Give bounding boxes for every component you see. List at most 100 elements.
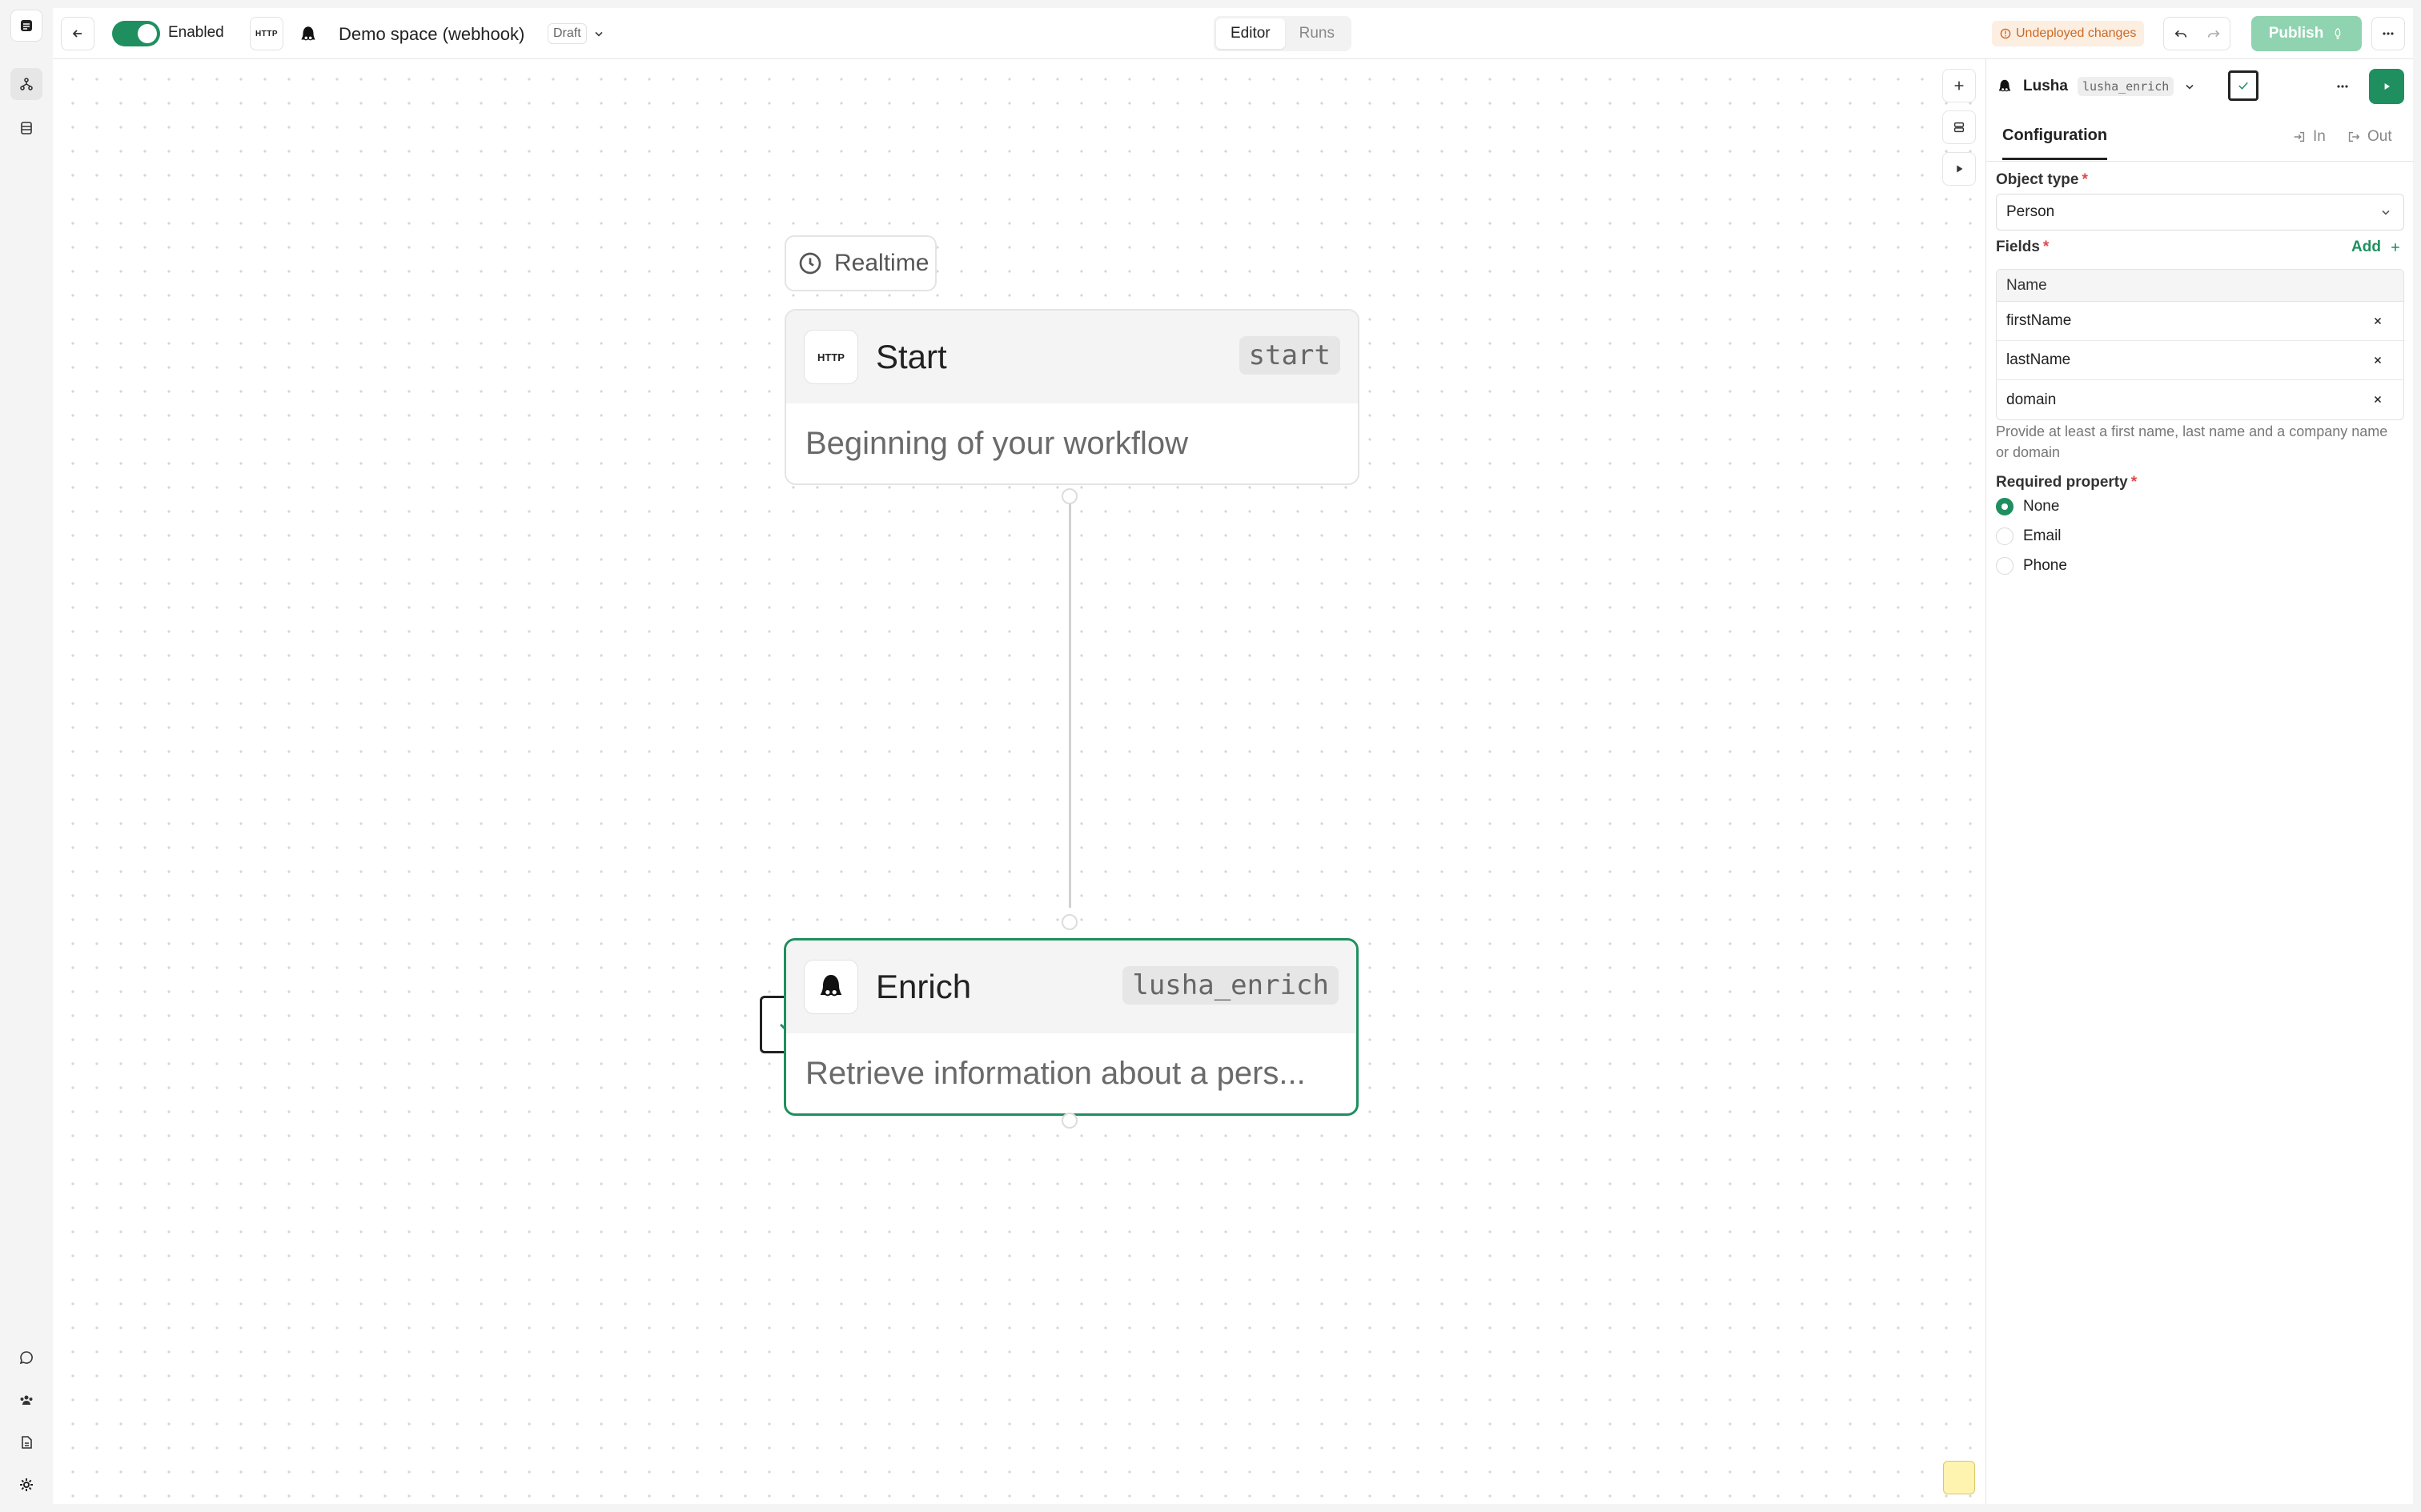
fields-header: Name [1997,270,2403,302]
enrich-node[interactable]: Enrich lusha_enrich Retrieve information… [784,938,1359,1116]
node-title: Enrich [876,968,972,1005]
radio-button[interactable] [1996,557,2013,575]
fields-hint: Provide at least a first name, last name… [1996,423,2388,460]
rocket-icon [2335,27,2341,40]
start-node[interactable]: HTTP Start start Beginning of your workf… [785,309,1359,485]
connector-edge [1069,504,1071,908]
integration-name: Lusha [2023,78,2068,94]
nav-tables[interactable] [10,112,42,144]
play-icon [1957,165,1963,173]
radio-none[interactable]: None [1996,498,2059,515]
lusha-icon [804,960,858,1014]
enabled-label: Enabled [168,24,224,41]
plus-icon [2391,243,2399,251]
node-header: Enrich lusha_enrich [786,940,1356,1033]
nav-team[interactable] [10,1384,42,1416]
app-logo[interactable] [10,10,42,42]
publish-button[interactable]: Publish [2251,16,2362,51]
node-key: start [1239,336,1340,375]
enrich-out-handle[interactable] [1062,1113,1078,1129]
field-name: domain [2006,391,2057,408]
http-icon: HTTP [804,330,858,384]
workflow-title[interactable]: Demo space (webhook) [339,24,524,45]
object-type-select[interactable]: Person [1996,194,2404,231]
add-field-button[interactable]: Add [2351,239,2402,256]
radio-label: Phone [2023,557,2067,574]
tab-in[interactable]: In [2292,128,2326,146]
workflow-canvas[interactable]: Realtime HTTP Start start Beginning of y… [53,59,1985,1504]
field-row[interactable]: firstName [1997,302,2403,341]
remove-field-button[interactable] [2370,313,2386,329]
chat-icon [19,1351,33,1365]
close-icon [2374,395,2382,403]
panel-checkbox[interactable] [2228,70,2258,101]
left-rail [0,0,53,1512]
node-description: Beginning of your workflow [805,425,1189,461]
required-property-label: Required property * [1996,474,2138,491]
draft-badge: Draft [548,23,587,44]
layers-button[interactable] [1942,110,1976,144]
radio-email[interactable]: Email [1996,527,2062,545]
redo-button[interactable] [2197,26,2230,41]
field-row[interactable]: domain [1997,380,2403,419]
radio-button[interactable] [1996,527,2013,545]
enrich-in-handle[interactable] [1062,914,1078,930]
radio-label: Email [2023,527,2062,544]
more-menu-button[interactable] [2371,17,2405,50]
nav-settings[interactable] [10,1469,42,1501]
fields-table: Name firstName lastName domain [1996,269,2404,420]
tab-runs[interactable]: Runs [1285,18,1349,49]
field-row[interactable]: lastName [1997,341,2403,380]
back-button[interactable] [61,17,94,50]
publish-label: Publish [2268,25,2324,42]
workflow-icon [20,78,33,90]
undeployed-label: Undeployed changes [2016,26,2137,40]
top-bar: Enabled HTTP Demo space (webhook) Draft … [53,8,2413,59]
chevron-down-icon[interactable] [589,24,608,43]
integration-key: lusha_enrich [2077,77,2174,96]
remove-field-button[interactable] [2370,391,2386,407]
radio-button[interactable] [1996,498,2013,515]
gear-icon [20,1478,33,1491]
more-horizontal-icon [2337,85,2348,88]
panel-tabs: Configuration In Out [1986,117,2414,162]
lusha-logo-icon [1998,79,2011,92]
trigger-label: Realtime [834,250,929,276]
nav-workflows[interactable] [10,68,42,100]
more-horizontal-icon [2383,32,2394,35]
tab-out[interactable]: Out [2347,128,2392,146]
lusha-logo-icon [295,21,322,48]
tab-configuration[interactable]: Configuration [2002,126,2108,160]
http-badge: HTTP [250,17,283,50]
run-test-button[interactable] [1942,152,1976,186]
arrow-left-icon [72,30,82,38]
chevron-down-icon [2186,84,2194,90]
log-in-icon [2294,131,2305,142]
close-icon [2374,317,2382,325]
radio-label: None [2023,498,2060,515]
undo-button[interactable] [2164,26,2197,41]
node-description: Retrieve information about a pers... [805,1055,1306,1091]
nav-docs[interactable] [10,1426,42,1458]
remove-field-button[interactable] [2370,352,2386,368]
redo-icon [2207,30,2219,38]
play-icon [2384,83,2390,90]
start-out-handle[interactable] [1062,488,1078,504]
nav-chat[interactable] [10,1342,42,1374]
clock-icon [799,252,821,275]
tab-editor[interactable]: Editor [1216,18,1285,49]
add-label: Add [2351,239,2381,255]
run-step-button[interactable] [2369,69,2404,104]
document-icon [22,1436,32,1449]
realtime-trigger[interactable]: Realtime [785,235,937,291]
field-name: lastName [2006,351,2071,368]
node-key: lusha_enrich [1122,966,1339,1005]
enabled-toggle[interactable] [112,21,160,46]
sticky-note-button[interactable] [1943,1461,1975,1494]
panel-more-button[interactable] [2326,70,2359,102]
integration-picker[interactable]: Lusha lusha_enrich [1996,69,2196,104]
object-type-value: Person [2006,203,2055,220]
radio-phone[interactable]: Phone [1996,557,2067,575]
add-node-button[interactable] [1942,69,1976,102]
chevron-down-icon [2382,210,2390,215]
